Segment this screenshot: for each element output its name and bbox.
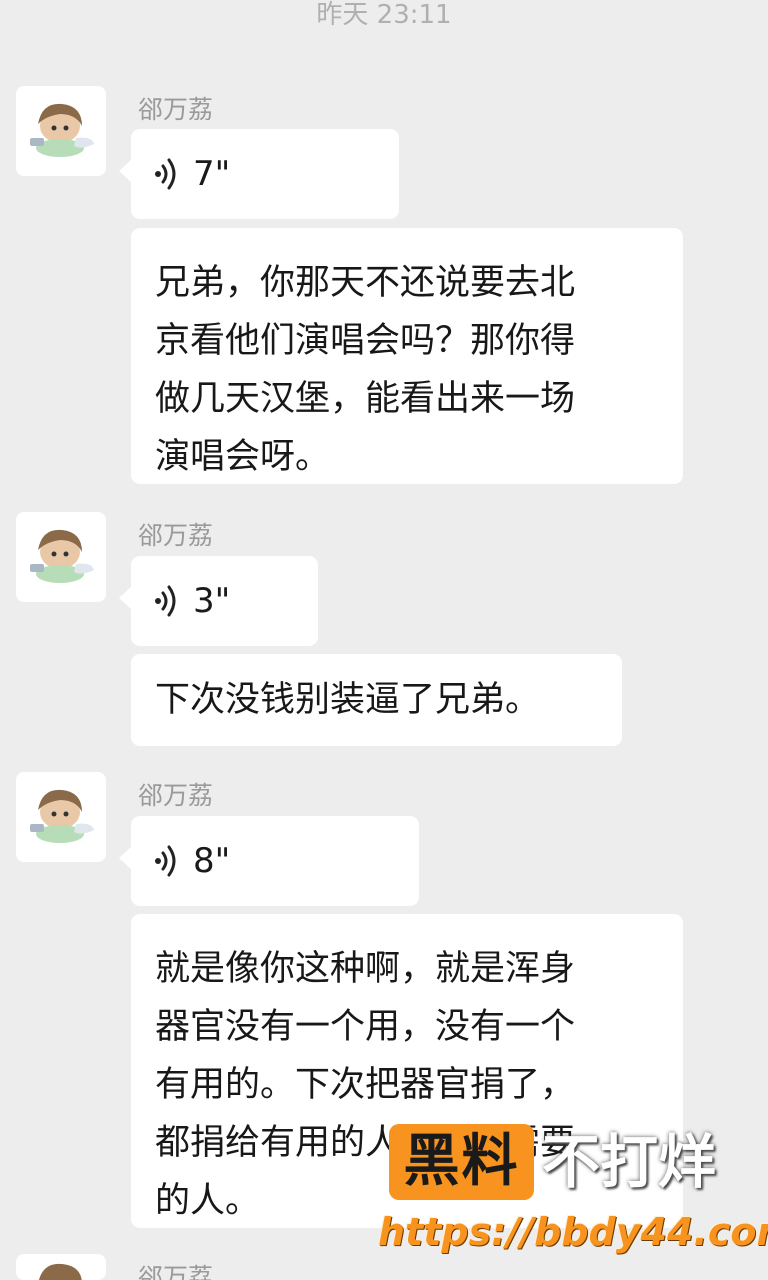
text-message-bubble[interactable]: 兄弟，你那天不还说要去北 京看他们演唱会吗？那你得 做几天汉堡，能看出来一场 演… bbox=[131, 228, 683, 484]
sender-name: 郤万荔 bbox=[138, 1263, 214, 1280]
cartoon-avatar-icon bbox=[30, 789, 94, 843]
message-text: 兄弟，你那天不还说要去北 京看他们演唱会吗？那你得 做几天汉堡，能看出来一场 演… bbox=[155, 263, 576, 477]
voice-duration: 8" bbox=[193, 841, 231, 881]
voice-message-bubble[interactable]: 3" bbox=[119, 556, 318, 646]
sound-wave-icon bbox=[155, 585, 176, 617]
message-text: 下次没钱别装逼了兄弟。 bbox=[155, 680, 541, 720]
avatar[interactable] bbox=[16, 512, 106, 602]
voice-duration: 3" bbox=[193, 581, 231, 621]
voice-duration: 7" bbox=[193, 154, 231, 194]
sender-name: 郤万荔 bbox=[138, 781, 214, 810]
cartoon-avatar-icon bbox=[38, 1263, 82, 1280]
cartoon-avatar-icon bbox=[30, 529, 94, 583]
watermark-slogan: 不打烊 bbox=[542, 1128, 717, 1196]
cartoon-avatar-icon bbox=[30, 103, 94, 157]
avatar[interactable] bbox=[16, 772, 106, 862]
watermark-logo-box: 黑料 bbox=[389, 1124, 534, 1200]
watermark-url: https://bbdy44.com bbox=[378, 1210, 768, 1254]
voice-message-bubble[interactable]: 8" bbox=[119, 816, 419, 906]
voice-message-bubble[interactable]: 7" bbox=[119, 129, 399, 219]
avatar[interactable] bbox=[16, 86, 106, 176]
sender-name: 郤万荔 bbox=[138, 521, 214, 550]
chat-timestamp: 昨天 23:11 bbox=[316, 0, 452, 30]
sender-name: 郤万荔 bbox=[138, 95, 214, 124]
text-message-bubble[interactable]: 下次没钱别装逼了兄弟。 bbox=[131, 654, 622, 746]
sound-wave-icon bbox=[155, 845, 176, 877]
avatar[interactable] bbox=[16, 1254, 106, 1280]
sound-wave-icon bbox=[155, 158, 176, 190]
